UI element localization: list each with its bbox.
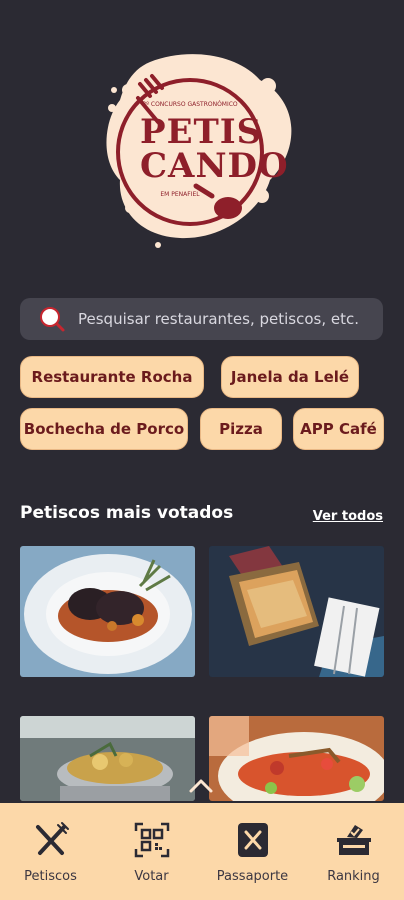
nav-item-petiscos[interactable]: Petiscos [0,803,101,900]
petisco-card-2[interactable] [209,546,384,677]
bottom-navigation: Petiscos Votar Passaporte Ranking [0,803,404,900]
food-photo-2 [209,546,384,677]
chip-restaurante-rocha[interactable]: Restaurante Rocha [20,356,204,398]
logo-title-line-2: CANDO [140,146,289,186]
logo-title-line-1: PETIS [140,112,263,152]
cutlery-icon [32,821,70,859]
event-logo: 3º CONCURSO GASTRONÓMICO PETIS CANDO EM … [0,40,404,260]
passport-icon [234,821,272,859]
scroll-up-chevron-icon[interactable] [186,775,216,795]
search-input[interactable]: Pesquisar restaurantes, petiscos, etc. [78,310,359,328]
search-icon [38,305,66,333]
nav-label-petiscos: Petiscos [24,869,77,884]
food-photo-3 [20,716,195,801]
chip-bochecha-de-porco[interactable]: Bochecha de Porco [20,408,188,450]
see-all-link[interactable]: Ver todos [313,509,383,524]
nav-item-votar[interactable]: Votar [101,803,202,900]
nav-item-ranking[interactable]: Ranking [303,803,404,900]
ballot-box-icon [335,821,373,859]
petisco-card-4[interactable] [209,716,384,801]
petisco-card-3[interactable] [20,716,195,801]
nav-label-ranking: Ranking [327,869,380,884]
petisco-card-1[interactable] [20,546,195,677]
food-photo-4 [209,716,384,801]
nav-item-passaporte[interactable]: Passaporte [202,803,303,900]
section-title: Petiscos mais votados [20,503,234,523]
nav-label-passaporte: Passaporte [216,869,289,884]
chip-janela-da-lele[interactable]: Janela da Lelé [221,356,359,398]
chip-app-cafe[interactable]: APP Café [293,408,384,450]
logo-location-text: EM PENAFIEL [160,191,200,198]
search-bar[interactable]: Pesquisar restaurantes, petiscos, etc. [20,298,383,340]
nav-label-votar: Votar [134,869,169,884]
chip-pizza[interactable]: Pizza [200,408,282,450]
qr-code-icon [133,821,171,859]
logo-edition-text: 3º CONCURSO GASTRONÓMICO [142,101,238,108]
food-photo-1 [20,546,195,677]
